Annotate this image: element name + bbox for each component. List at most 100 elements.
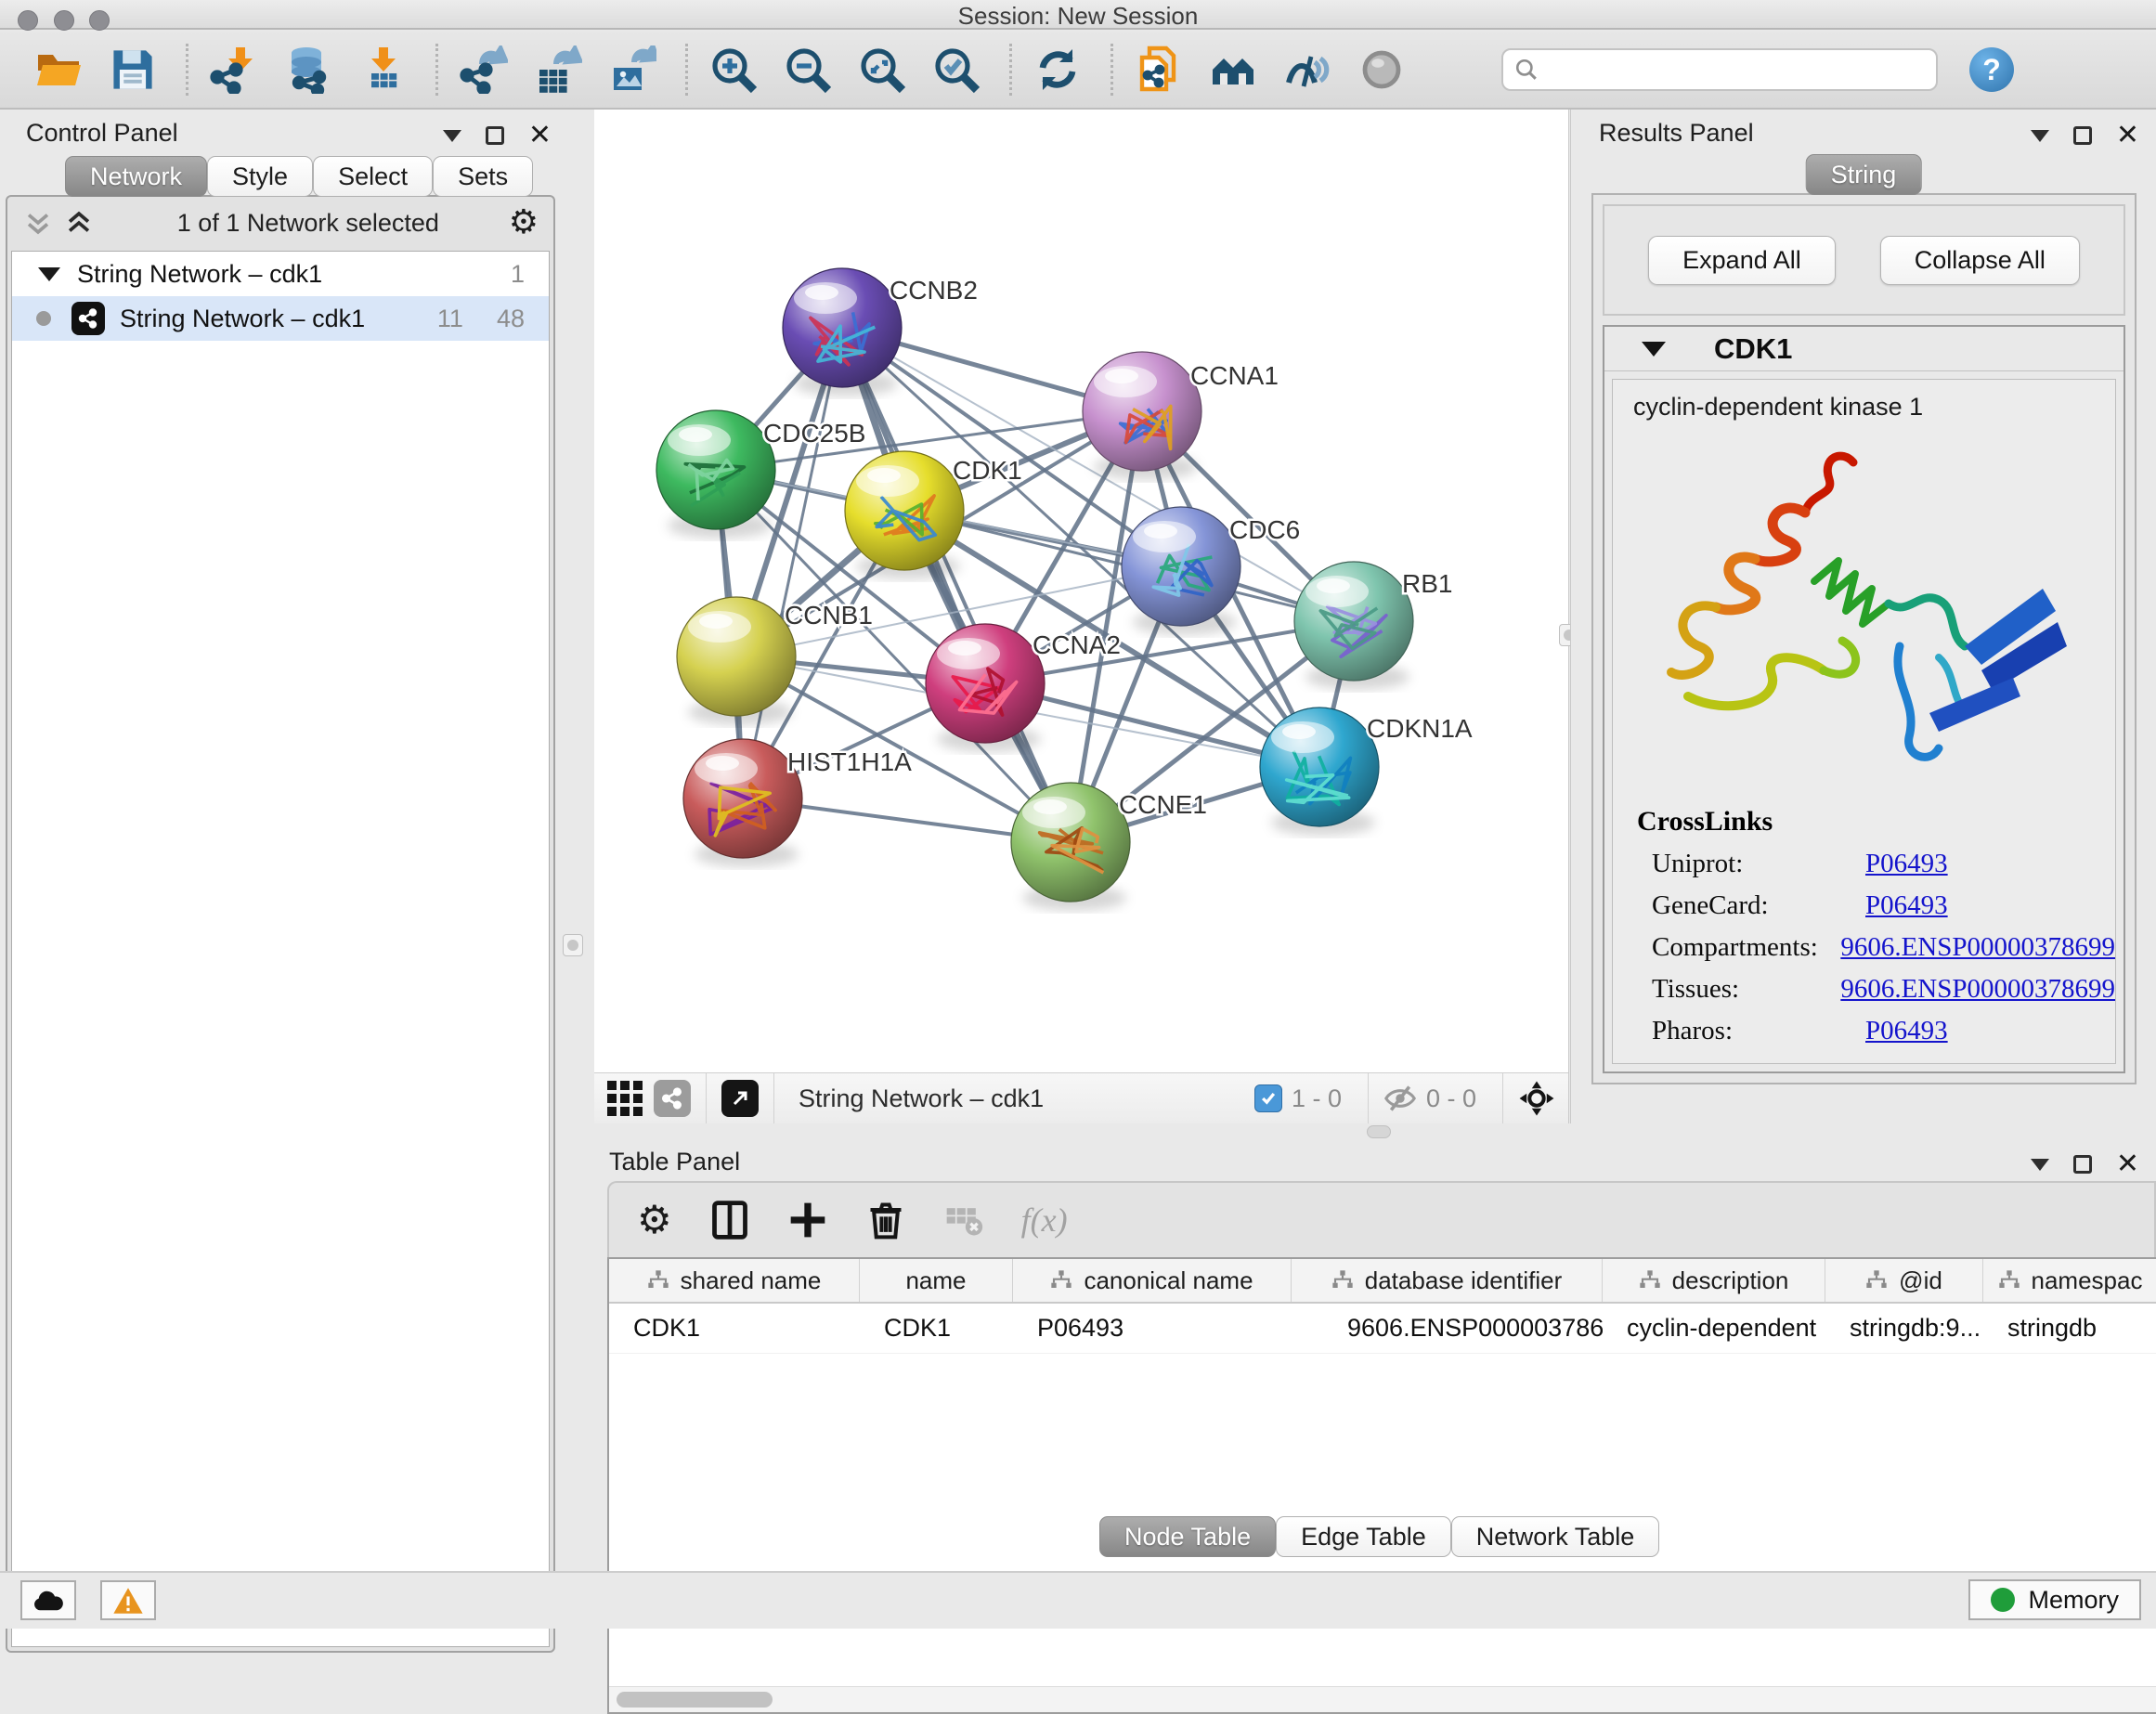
search-input[interactable] xyxy=(1546,57,1917,83)
column-header-name[interactable]: name xyxy=(860,1259,1013,1302)
toolbar-search[interactable] xyxy=(1501,48,1938,91)
cell-database-identifier[interactable]: 9606.ENSP00000378699 xyxy=(1292,1304,1603,1353)
network-node[interactable]: CCNB1 xyxy=(677,597,873,725)
zoom-selected-button[interactable] xyxy=(929,43,983,97)
delete-column-icon[interactable] xyxy=(865,1200,906,1240)
crosslink-link[interactable]: 9606.ENSP00000378699 xyxy=(1840,974,2115,1005)
memory-button[interactable]: Memory xyxy=(1968,1579,2141,1620)
crosslink-row: GeneCard: P06493 xyxy=(1613,885,2115,927)
panel-menu-icon[interactable] xyxy=(2031,130,2049,142)
zoom-out-button[interactable] xyxy=(781,43,835,97)
tab-sets[interactable]: Sets xyxy=(433,156,533,197)
create-column-icon[interactable] xyxy=(787,1200,828,1240)
tab-string[interactable]: String xyxy=(1806,154,1922,195)
import-table-file-button[interactable] xyxy=(356,43,409,97)
crosslink-link[interactable]: P06493 xyxy=(1865,1016,1948,1046)
help-button[interactable]: ? xyxy=(1969,47,2014,92)
show-welcome-button[interactable] xyxy=(1206,43,1260,97)
collapse-all-button[interactable]: Collapse All xyxy=(1880,236,2080,285)
splitter-handle-left[interactable] xyxy=(563,934,583,956)
expand-all-button[interactable]: Expand All xyxy=(1648,236,1836,285)
cell-id[interactable]: stringdb:9... xyxy=(1825,1304,1983,1353)
network-node[interactable]: CDC6 xyxy=(1122,507,1300,635)
tab-network-table[interactable]: Network Table xyxy=(1451,1516,1660,1557)
export-image-button[interactable] xyxy=(605,43,659,97)
column-header-database-identifier[interactable]: database identifier xyxy=(1292,1259,1603,1302)
birds-eye-view-icon[interactable] xyxy=(607,1081,643,1116)
horizontal-splitter[interactable] xyxy=(594,1123,2156,1140)
panel-close-icon[interactable]: ✕ xyxy=(528,126,552,145)
expand-all-icon[interactable] xyxy=(63,207,95,239)
tab-node-table[interactable]: Node Table xyxy=(1099,1516,1276,1557)
tab-network[interactable]: Network xyxy=(65,156,207,197)
show-hide-graphics-button[interactable] xyxy=(1280,43,1334,97)
column-header-id[interactable]: @id xyxy=(1825,1259,1983,1302)
zoom-fit-button[interactable] xyxy=(855,43,909,97)
column-header-shared-name[interactable]: shared name xyxy=(609,1259,860,1302)
panel-float-icon[interactable] xyxy=(486,126,504,145)
cell-shared-name[interactable]: CDK1 xyxy=(609,1304,860,1353)
cell-namespace[interactable]: stringdb xyxy=(1983,1304,2156,1353)
panel-close-icon[interactable]: ✕ xyxy=(2116,1155,2139,1174)
entry-collapse-icon[interactable] xyxy=(1642,342,1666,357)
open-in-window-icon[interactable] xyxy=(721,1080,759,1117)
network-collection-row[interactable]: String Network – cdk1 1 xyxy=(12,252,549,296)
network-node[interactable]: CDC25B xyxy=(656,410,865,539)
network-row-selected[interactable]: String Network – cdk1 11 48 xyxy=(12,296,549,341)
table-options-gear-icon[interactable]: ⚙ xyxy=(637,1203,672,1237)
scrollbar-thumb[interactable] xyxy=(617,1692,773,1708)
save-session-button[interactable] xyxy=(106,43,160,97)
apply-layout-button[interactable] xyxy=(1031,43,1084,97)
show-column-icon[interactable] xyxy=(709,1200,750,1240)
preview-network-button[interactable] xyxy=(1355,43,1409,97)
import-network-file-button[interactable] xyxy=(207,43,261,97)
cloud-status-button[interactable] xyxy=(20,1580,76,1620)
tab-style[interactable]: Style xyxy=(207,156,313,197)
network-node[interactable]: CCNE1 xyxy=(1011,783,1207,911)
crosslink-link[interactable]: P06493 xyxy=(1865,849,1948,879)
selected-items-checkbox[interactable] xyxy=(1254,1084,1282,1112)
cell-canonical-name[interactable]: P06493 xyxy=(1013,1304,1292,1353)
clone-network-button[interactable] xyxy=(1132,43,1186,97)
export-network-file-button[interactable] xyxy=(457,43,511,97)
network-node[interactable]: CCNA2 xyxy=(926,624,1121,752)
node-label: CCNB2 xyxy=(890,276,978,305)
column-header-description[interactable]: description xyxy=(1603,1259,1825,1302)
panel-close-icon[interactable]: ✕ xyxy=(2116,126,2139,145)
zoom-in-button[interactable] xyxy=(707,43,760,97)
network-node[interactable]: RB1 xyxy=(1294,562,1452,690)
network-node[interactable]: CDK1 xyxy=(845,451,1022,579)
crosslink-link[interactable]: 9606.ENSP00000378699 xyxy=(1840,932,2115,963)
crosslink-link[interactable]: P06493 xyxy=(1865,890,1948,921)
network-canvas[interactable]: CCNB2 CCNA1 CDC25BCDK1 CDC6RB1 CCNB1 CCNA2 CDK… xyxy=(594,110,1569,1072)
warnings-button[interactable] xyxy=(100,1580,156,1620)
network-node[interactable]: HIST1H1A xyxy=(683,739,912,867)
open-session-button[interactable] xyxy=(32,43,85,97)
cell-description[interactable]: cyclin-dependent ... xyxy=(1603,1304,1825,1353)
panel-menu-icon[interactable] xyxy=(2031,1159,2049,1171)
network-node[interactable]: CCNB2 xyxy=(783,268,978,396)
cell-name[interactable]: CDK1 xyxy=(860,1304,1013,1353)
table-horizontal-scrollbar[interactable] xyxy=(609,1686,2156,1712)
toolbar-separator xyxy=(685,44,688,96)
panel-menu-icon[interactable] xyxy=(443,130,461,142)
column-header-canonical-name[interactable]: canonical name xyxy=(1013,1259,1292,1302)
node-entry-header[interactable]: CDK1 xyxy=(1604,327,2124,371)
panel-float-icon[interactable] xyxy=(2073,1155,2092,1174)
panel-float-icon[interactable] xyxy=(2073,126,2092,145)
network-node[interactable]: CDKN1A xyxy=(1260,708,1473,836)
tab-edge-table[interactable]: Edge Table xyxy=(1276,1516,1451,1557)
splitter-handle-bottom[interactable] xyxy=(1367,1125,1391,1138)
hidden-items-icon[interactable] xyxy=(1383,1082,1417,1115)
tab-select[interactable]: Select xyxy=(313,156,433,197)
pan-crosshair-icon[interactable] xyxy=(1518,1080,1555,1117)
control-panel-title: Control Panel xyxy=(26,119,178,148)
collapse-all-icon[interactable] xyxy=(22,207,54,239)
network-options-gear-icon[interactable]: ⚙ xyxy=(509,206,539,240)
collection-expand-icon[interactable] xyxy=(38,267,60,281)
network-node[interactable]: CCNA1 xyxy=(1083,352,1279,480)
column-header-namespace[interactable]: namespac xyxy=(1983,1259,2156,1302)
table-row[interactable]: CDK1 CDK1 P06493 9606.ENSP00000378699 cy… xyxy=(609,1304,2156,1354)
import-network-database-button[interactable] xyxy=(281,43,335,97)
export-table-file-button[interactable] xyxy=(531,43,585,97)
